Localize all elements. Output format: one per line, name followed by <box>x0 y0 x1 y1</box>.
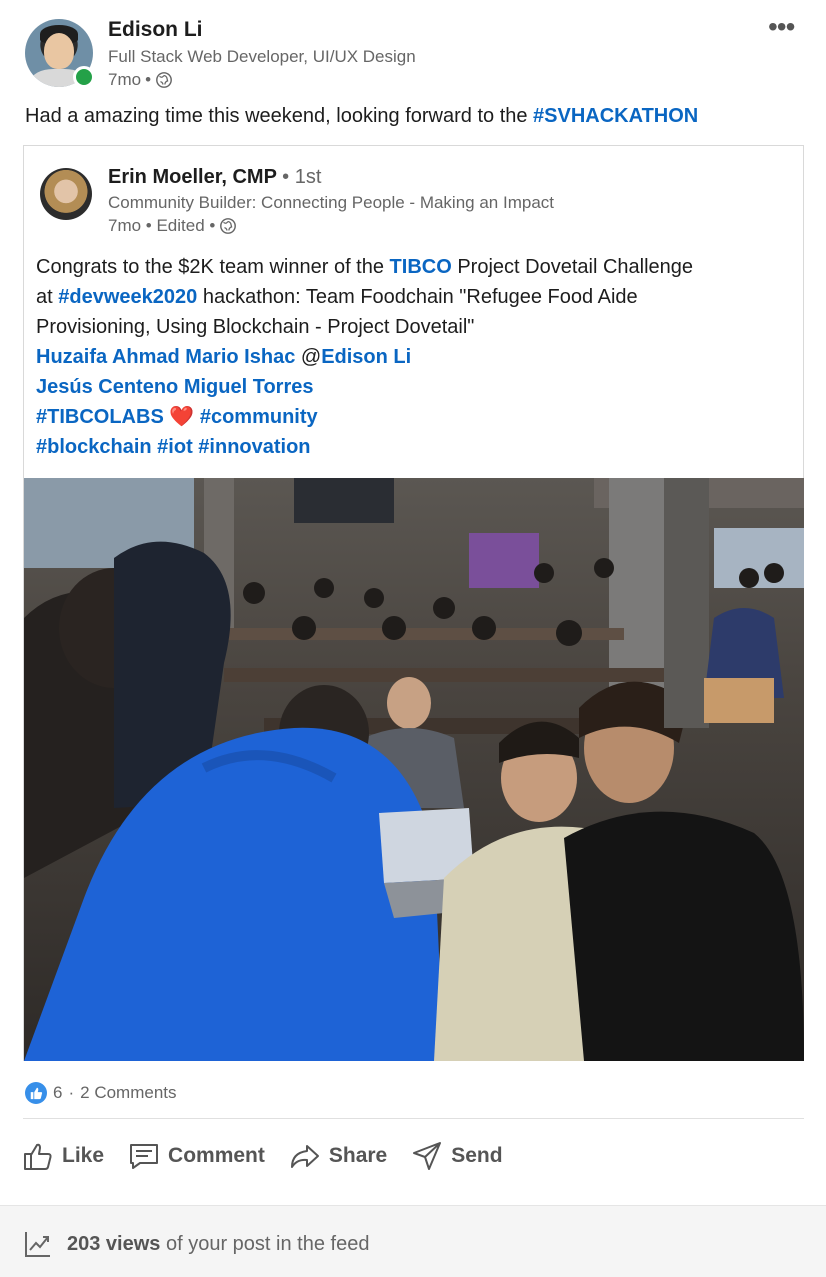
send-icon <box>413 1142 442 1170</box>
thumbs-up-icon <box>24 1143 52 1170</box>
send-button[interactable]: Send <box>411 1140 503 1172</box>
views-label: of your post in the feed <box>165 1232 370 1255</box>
globe-icon <box>156 72 172 88</box>
comment-button[interactable]: Comment <box>128 1140 265 1172</box>
like-reaction-icon <box>25 1082 47 1104</box>
shared-author-name-row[interactable]: Erin Moeller, CMP • 1st <box>108 166 321 189</box>
shared-post-time: 7mo • Edited • <box>108 216 216 235</box>
body-text: @ <box>295 346 322 368</box>
author-headline: Full Stack Web Developer, UI/UX Design <box>108 47 416 66</box>
body-line: #TIBCOLABS ❤️ #community <box>36 402 796 432</box>
heart-emoji: ❤️ <box>169 406 195 428</box>
body-text: Congrats to the $2K team winner of the <box>36 256 390 278</box>
comment-label: Comment <box>168 1144 265 1167</box>
shared-author-name[interactable]: Erin Moeller, CMP <box>108 166 277 188</box>
shared-post-body: Congrats to the $2K team winner of the T… <box>36 252 796 462</box>
hashtag-community[interactable]: #community <box>200 406 318 428</box>
body-text: at <box>36 286 59 308</box>
body-text: hackathon: Team Foodchain "Refugee Food … <box>197 286 638 308</box>
post-views[interactable]: 203 views of your post in the feed <box>23 1229 369 1259</box>
hashtag-devweek2020[interactable]: #devweek2020 <box>58 286 197 308</box>
analytics-trend-icon <box>25 1232 50 1257</box>
body-line: Huzaifa Ahmad Mario Ishac @Edison Li <box>36 342 796 372</box>
connection-degree: • 1st <box>282 166 322 188</box>
hashtag-svhackathon[interactable]: #SVHACKATHON <box>533 105 698 127</box>
reaction-count[interactable]: 6 <box>53 1083 62 1103</box>
hashtag-blockchain[interactable]: #blockchain <box>36 436 152 458</box>
online-status-indicator <box>73 66 95 88</box>
social-counts[interactable]: 6 · 2 Comments <box>25 1082 177 1104</box>
body-line: #blockchain #iot #innovation <box>36 432 796 462</box>
hackathon-photo <box>24 478 804 1061</box>
body-line: Provisioning, Using Blockchain - Project… <box>36 316 475 338</box>
action-bar: Like Comment Share Send <box>22 1140 503 1172</box>
mention-jesus-miguel[interactable]: Jesús Centeno Miguel Torres <box>36 376 313 398</box>
share-arrow-icon <box>290 1145 319 1168</box>
like-label: Like <box>62 1144 105 1167</box>
post-text: Had a amazing time this weekend, looking… <box>25 105 698 128</box>
mention-edison-li[interactable]: Edison Li <box>321 346 411 368</box>
body-line: Jesús Centeno Miguel Torres <box>36 372 796 402</box>
post-time: 7mo <box>108 70 142 89</box>
more-options-button[interactable]: ••• <box>768 13 795 41</box>
link-tibco[interactable]: TIBCO <box>390 256 452 278</box>
divider <box>23 1118 804 1119</box>
post-text-body: Had a amazing time this weekend, looking… <box>25 105 534 127</box>
hashtag-innovation[interactable]: #innovation <box>198 436 310 458</box>
send-label: Send <box>451 1144 503 1167</box>
author-name[interactable]: Edison Li <box>108 18 203 42</box>
hashtag-iot[interactable]: #iot <box>157 436 193 458</box>
like-button[interactable]: Like <box>22 1140 104 1172</box>
mention-huzaifa-mario[interactable]: Huzaifa Ahmad Mario Ishac <box>36 346 295 368</box>
post-photo[interactable] <box>24 478 804 1061</box>
share-button[interactable]: Share <box>289 1140 387 1172</box>
hashtag-tibcolabs[interactable]: #TIBCOLABS <box>36 406 164 428</box>
post-meta: 7mo • <box>108 70 173 90</box>
comment-icon <box>130 1144 159 1169</box>
views-count: 203 views <box>67 1232 161 1255</box>
body-line: at #devweek2020 hackathon: Team Foodchai… <box>36 282 796 312</box>
body-text: Project Dovetail Challenge <box>451 256 694 278</box>
meta-separator: • <box>145 70 152 89</box>
shared-author-headline: Community Builder: Connecting People - M… <box>108 193 554 212</box>
shared-post-meta: 7mo • Edited • <box>108 216 237 236</box>
globe-icon <box>220 218 237 234</box>
share-label: Share <box>328 1144 388 1167</box>
body-line: Congrats to the $2K team winner of the T… <box>36 252 796 282</box>
social-separator: · <box>68 1083 75 1102</box>
comments-count[interactable]: 2 Comments <box>80 1083 176 1103</box>
shared-author-avatar[interactable] <box>40 168 92 220</box>
